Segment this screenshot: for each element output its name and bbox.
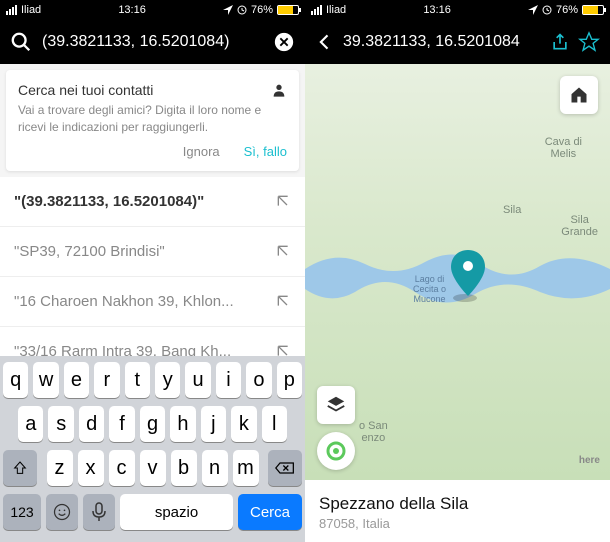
key-i[interactable]: i [216, 362, 241, 398]
key-l[interactable]: l [262, 406, 287, 442]
key-n[interactable]: n [202, 450, 228, 486]
person-icon [271, 82, 287, 98]
alarm-icon [542, 5, 552, 15]
status-bar: Iliad 13:16 76% [0, 0, 305, 20]
search-result[interactable]: "16 Charoen Nakhon 39, Khlon... [0, 277, 305, 327]
battery-pct: 76% [556, 4, 578, 16]
insert-arrow-icon[interactable] [275, 293, 291, 309]
key-t[interactable]: t [125, 362, 150, 398]
status-bar: Iliad 13:16 76% [305, 0, 610, 20]
map-label: Sila [503, 204, 521, 216]
here-attribution: here [579, 455, 600, 466]
search-icon [10, 31, 32, 53]
signal-icon [311, 5, 322, 15]
key-g[interactable]: g [140, 406, 165, 442]
location-subtitle: 87058, Italia [319, 516, 596, 531]
map-label: Sila Grande [561, 214, 598, 238]
signal-icon [6, 5, 17, 15]
share-icon[interactable] [550, 32, 570, 52]
key-o[interactable]: o [246, 362, 271, 398]
location-services-icon [528, 5, 538, 15]
map-label: Cava di Melis [545, 136, 582, 160]
key-v[interactable]: v [140, 450, 166, 486]
search-result[interactable]: "SP39, 72100 Brindisi" [0, 227, 305, 277]
contacts-body: Vai a trovare degli amici? Digita il lor… [18, 102, 287, 136]
search-results: "(39.3821133, 16.5201084)" "SP39, 72100 … [0, 177, 305, 377]
locate-button[interactable] [317, 432, 355, 470]
contacts-prompt-card: Cerca nei tuoi contatti Vai a trovare de… [6, 70, 299, 171]
mic-key[interactable] [83, 494, 115, 530]
keyboard: qwertyuiop asdfghjkl zxcvbnm 123 spazio … [0, 356, 305, 542]
key-x[interactable]: x [78, 450, 104, 486]
backspace-key[interactable] [268, 450, 302, 486]
layers-button[interactable] [317, 386, 355, 424]
detail-header: 39.3821133, 16.5201084 [305, 20, 610, 64]
key-c[interactable]: c [109, 450, 135, 486]
carrier-label: Iliad [21, 4, 41, 16]
key-d[interactable]: d [79, 406, 104, 442]
search-input[interactable]: (39.3821133, 16.5201084) [42, 33, 263, 51]
emoji-key[interactable] [46, 494, 78, 530]
alarm-icon [237, 5, 247, 15]
search-result[interactable]: "(39.3821133, 16.5201084)" [0, 177, 305, 227]
location-info-card[interactable]: Spezzano della Sila 87058, Italia [305, 480, 610, 542]
key-s[interactable]: s [48, 406, 73, 442]
key-f[interactable]: f [109, 406, 134, 442]
key-y[interactable]: y [155, 362, 180, 398]
space-key[interactable]: spazio [120, 494, 233, 530]
key-w[interactable]: w [33, 362, 58, 398]
key-a[interactable]: a [18, 406, 43, 442]
key-q[interactable]: q [3, 362, 28, 398]
map-label: Lago di Cecita o Mucone [413, 274, 446, 304]
result-label: "(39.3821133, 16.5201084)" [14, 193, 204, 210]
status-time: 13:16 [423, 4, 451, 16]
numbers-key[interactable]: 123 [3, 494, 41, 530]
yes-button[interactable]: Sì, fallo [244, 144, 287, 159]
favorite-icon[interactable] [578, 31, 600, 53]
key-e[interactable]: e [64, 362, 89, 398]
insert-arrow-icon[interactable] [275, 193, 291, 209]
search-header: (39.3821133, 16.5201084) [0, 20, 305, 64]
location-pin-icon [451, 250, 485, 296]
map-label: o San enzo [359, 420, 388, 444]
clear-icon[interactable] [273, 31, 295, 53]
home-button[interactable] [560, 76, 598, 114]
shift-key[interactable] [3, 450, 37, 486]
key-p[interactable]: p [277, 362, 302, 398]
location-services-icon [223, 5, 233, 15]
status-time: 13:16 [118, 4, 146, 16]
back-icon[interactable] [315, 32, 335, 52]
key-r[interactable]: r [94, 362, 119, 398]
search-key[interactable]: Cerca [238, 494, 302, 530]
key-u[interactable]: u [185, 362, 210, 398]
key-z[interactable]: z [47, 450, 73, 486]
key-k[interactable]: k [231, 406, 256, 442]
key-b[interactable]: b [171, 450, 197, 486]
location-title: Spezzano della Sila [319, 494, 596, 514]
battery-pct: 76% [251, 4, 273, 16]
carrier-label: Iliad [326, 4, 346, 16]
key-j[interactable]: j [201, 406, 226, 442]
header-title: 39.3821133, 16.5201084 [343, 33, 542, 51]
battery-icon [582, 5, 604, 15]
contacts-title: Cerca nei tuoi contatti [18, 82, 153, 98]
result-label: "SP39, 72100 Brindisi" [14, 243, 165, 260]
key-m[interactable]: m [233, 450, 259, 486]
insert-arrow-icon[interactable] [275, 243, 291, 259]
result-label: "16 Charoen Nakhon 39, Khlon... [14, 293, 234, 310]
map-view[interactable]: Cava di Melis Sila Sila Grande Lago di C… [305, 64, 610, 480]
battery-icon [277, 5, 299, 15]
ignore-button[interactable]: Ignora [183, 144, 220, 159]
key-h[interactable]: h [170, 406, 195, 442]
